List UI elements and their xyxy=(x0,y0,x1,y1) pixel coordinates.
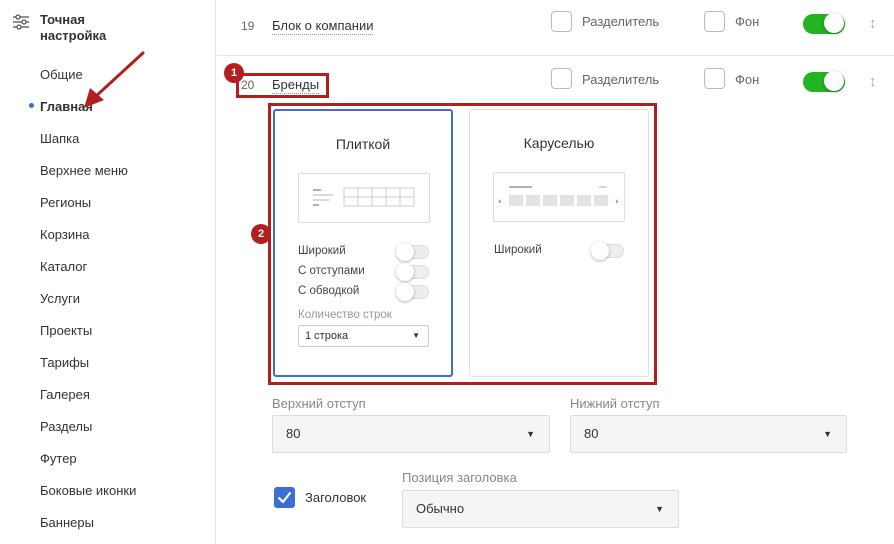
bottom-padding-value: 80 xyxy=(584,426,599,441)
top-padding-select[interactable]: 80 ▼ xyxy=(272,415,550,453)
active-indicator-dot xyxy=(29,103,34,108)
tile-preview-image xyxy=(298,173,430,223)
annotation-arrow xyxy=(84,51,145,108)
sidebar-item-side-icons[interactable]: Боковые иконки xyxy=(40,483,136,498)
top-padding-label: Верхний отступ xyxy=(272,396,366,411)
sidebar-header: Точная настройка xyxy=(12,12,150,44)
sidebar-item-projects[interactable]: Проекты xyxy=(40,323,92,338)
card-title: Каруселью xyxy=(523,135,595,151)
option-gaps-label: С отступами xyxy=(298,265,365,277)
heading-checkbox-label: Заголовок xyxy=(305,490,367,505)
sidebar-item-catalog[interactable]: Каталог xyxy=(40,259,87,274)
sidebar-item-footer[interactable]: Футер xyxy=(40,451,77,466)
chevron-down-icon: ▼ xyxy=(412,331,420,340)
rows-count-value: 1 строка xyxy=(305,330,349,342)
rows-count-label: Количество строк xyxy=(298,309,392,321)
background-label: Фон xyxy=(735,14,760,29)
sidebar-item-top-menu[interactable]: Верхнее меню xyxy=(40,163,128,178)
svg-text:‹: ‹ xyxy=(498,197,502,207)
block-enabled-toggle[interactable] xyxy=(803,13,845,34)
sidebar-item-gallery[interactable]: Галерея xyxy=(40,387,90,402)
bottom-padding-select[interactable]: 80 ▼ xyxy=(570,415,847,453)
card-title: Плиткой xyxy=(335,136,391,152)
option-gaps-toggle[interactable] xyxy=(396,263,429,281)
row-name[interactable]: Блок о компании xyxy=(272,18,374,35)
rows-count-select[interactable]: 1 строка ▼ xyxy=(298,325,429,347)
top-padding-value: 80 xyxy=(286,426,301,441)
background-checkbox[interactable] xyxy=(704,11,725,32)
sidebar-item-tariffs[interactable]: Тарифы xyxy=(40,355,89,370)
drag-handle-icon[interactable]: ↕ xyxy=(869,16,877,32)
option-wide-toggle[interactable] xyxy=(591,242,624,260)
chevron-down-icon: ▼ xyxy=(655,504,664,514)
chevron-down-icon: ▼ xyxy=(526,429,535,439)
sidebar: Точная настройка Общие Главная Шапка Вер… xyxy=(0,0,216,544)
heading-position-select[interactable]: Обычно ▼ xyxy=(402,490,679,528)
sidebar-item-header[interactable]: Шапка xyxy=(40,131,79,146)
option-border-label: С обводкой xyxy=(298,285,360,297)
background-label: Фон xyxy=(735,72,760,87)
heading-checkbox[interactable] xyxy=(274,487,295,508)
layout-card-tile[interactable]: Плиткой Широкий С отступами С обводкой К… xyxy=(273,109,453,377)
sidebar-title: Точная настройка xyxy=(40,12,107,43)
option-wide-label: Широкий xyxy=(494,244,542,256)
sidebar-item-general[interactable]: Общие xyxy=(40,67,83,82)
drag-handle-icon[interactable]: ↕ xyxy=(869,74,877,90)
sidebar-item-banners[interactable]: Баннеры xyxy=(40,515,94,530)
heading-position-value: Обычно xyxy=(416,501,465,516)
separator-label: Разделитель xyxy=(582,14,660,29)
annotation-badge-2: 2 xyxy=(251,224,271,244)
separator-checkbox[interactable] xyxy=(551,68,572,89)
background-checkbox[interactable] xyxy=(704,68,725,89)
carousel-preview-image: ‹ › xyxy=(493,172,625,222)
sidebar-item-cart[interactable]: Корзина xyxy=(40,227,90,242)
separator-checkbox[interactable] xyxy=(551,11,572,32)
sidebar-item-regions[interactable]: Регионы xyxy=(40,195,91,210)
row-number: 19 xyxy=(241,19,255,33)
annotation-badge-1: 1 xyxy=(224,63,244,83)
heading-position-label: Позиция заголовка xyxy=(402,470,517,485)
bottom-padding-label: Нижний отступ xyxy=(570,396,660,411)
block-enabled-toggle[interactable] xyxy=(803,71,845,92)
layout-card-carousel[interactable]: Каруселью ‹ › Широкий xyxy=(469,109,649,377)
sidebar-item-services[interactable]: Услуги xyxy=(40,291,80,306)
option-border-toggle[interactable] xyxy=(396,283,429,301)
svg-text:›: › xyxy=(615,197,619,207)
chevron-down-icon: ▼ xyxy=(823,429,832,439)
sliders-icon xyxy=(13,14,29,30)
option-wide-label: Широкий xyxy=(298,245,346,257)
option-wide-toggle[interactable] xyxy=(396,243,429,261)
annotation-highlight-name xyxy=(236,73,329,98)
block-row: 19 Блок о компании Разделитель Фон ↕ xyxy=(217,0,894,56)
sidebar-item-sections[interactable]: Разделы xyxy=(40,419,92,434)
checkmark-icon xyxy=(277,491,292,504)
separator-label: Разделитель xyxy=(582,72,660,87)
